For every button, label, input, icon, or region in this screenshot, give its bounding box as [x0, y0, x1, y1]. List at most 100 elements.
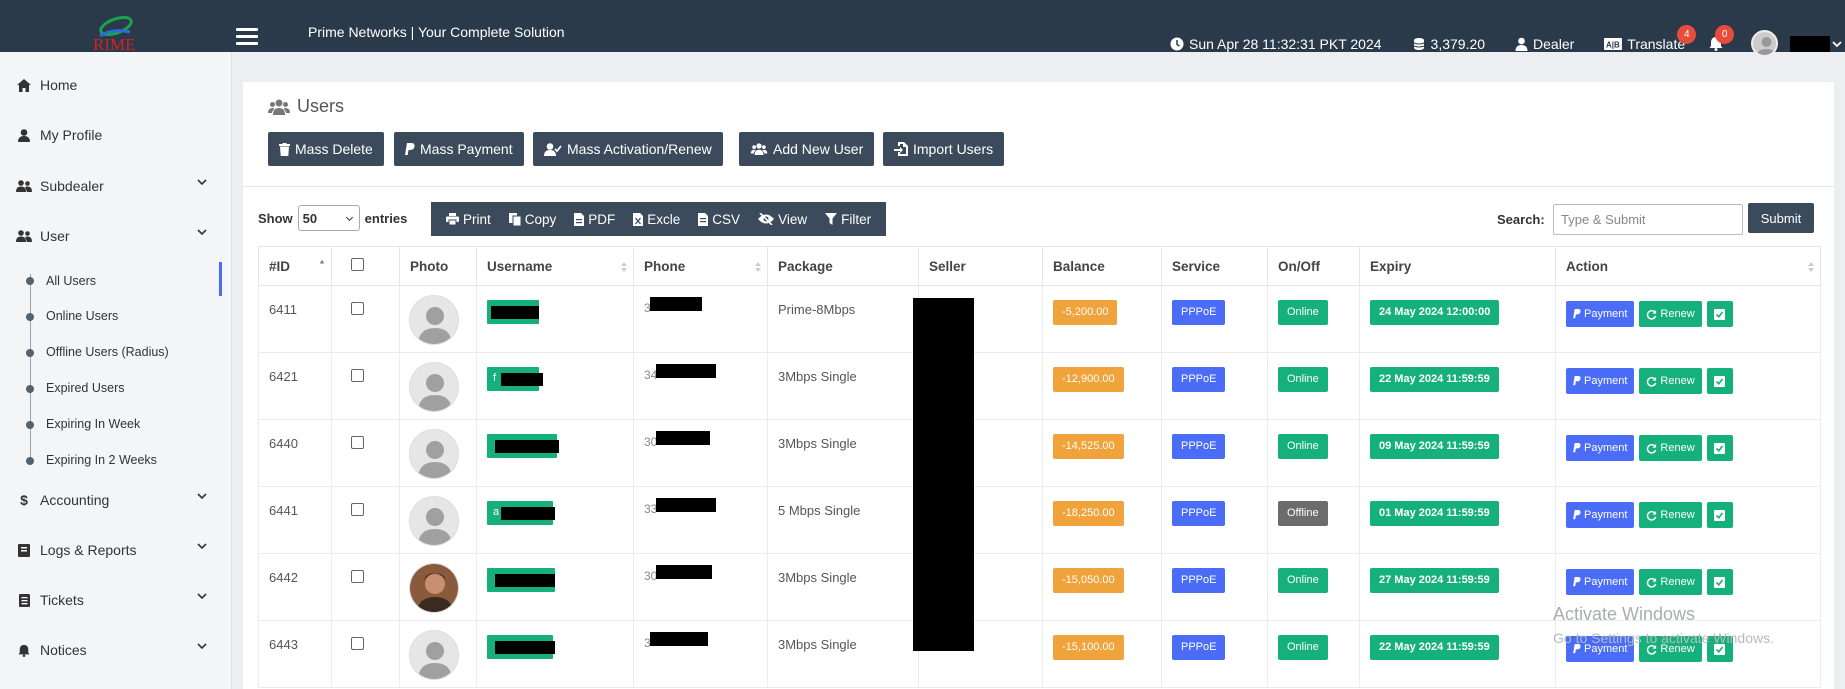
col-photo: Photo — [399, 246, 477, 286]
payment-button[interactable]: Payment — [1566, 502, 1635, 528]
bullet — [26, 385, 34, 393]
view-label: View — [778, 211, 808, 227]
filter-icon — [825, 213, 838, 225]
hamburger-menu-icon[interactable] — [236, 28, 258, 46]
chevron-down-icon[interactable] — [196, 640, 208, 652]
submenu-expired-users[interactable]: Expired Users — [46, 381, 125, 395]
copy-button[interactable]: Copy — [500, 212, 566, 227]
print-button[interactable]: Print — [437, 212, 500, 227]
check-square-button[interactable] — [1706, 569, 1733, 595]
row-checkbox[interactable] — [351, 570, 364, 583]
username-link[interactable]: f — [487, 367, 543, 391]
sidebar-item-user[interactable]: User — [16, 228, 70, 244]
check-square-button[interactable] — [1706, 502, 1733, 528]
submenu-online-users[interactable]: Online Users — [46, 309, 118, 323]
renew-button[interactable]: Renew — [1639, 368, 1702, 394]
chevron-down-icon[interactable] — [196, 176, 208, 188]
user-avatar[interactable] — [1751, 30, 1779, 57]
mass-activation-button[interactable]: Mass Activation/Renew — [533, 132, 723, 166]
cell-id: 6442 — [258, 553, 332, 621]
table-row[interactable]: 6421 f 34 3Mbps Single -12,900.00 PPPoE Online… — [258, 352, 1821, 420]
renew-button[interactable]: Renew — [1639, 502, 1702, 528]
check-square-button[interactable] — [1706, 301, 1733, 327]
sidebar-item-home[interactable]: Home — [16, 77, 77, 93]
import-users-button[interactable]: Import Users — [883, 132, 1005, 166]
payment-button[interactable]: Payment — [1566, 569, 1635, 595]
sidebar-item-notices[interactable]: Notices — [16, 642, 87, 658]
chevron-down-icon[interactable] — [196, 490, 208, 502]
cell-balance: -18,250.00 — [1042, 486, 1162, 554]
row-checkbox[interactable] — [351, 503, 364, 516]
excel-button[interactable]: Excle — [624, 212, 689, 227]
chevron-down-icon[interactable] — [196, 226, 208, 238]
add-new-user-button[interactable]: Add New User — [739, 132, 875, 166]
renew-label: Renew — [1660, 442, 1695, 454]
submenu-all-users[interactable]: All Users — [46, 274, 96, 288]
csv-button[interactable]: CSV — [689, 212, 749, 227]
username-link[interactable] — [487, 568, 555, 592]
row-checkbox[interactable] — [351, 302, 364, 315]
check-square-button[interactable] — [1706, 368, 1733, 394]
sidebar-item-subdealer[interactable]: Subdealer — [16, 178, 104, 194]
chevron-down-icon[interactable] — [1832, 40, 1842, 48]
mass-delete-button[interactable]: Mass Delete — [268, 132, 384, 166]
cell-phone: 3 — [633, 620, 768, 688]
sidebar-item-accounting[interactable]: $ Accounting — [16, 492, 109, 508]
balance-display[interactable]: 3,379.20 — [1412, 36, 1485, 52]
row-checkbox[interactable] — [351, 637, 364, 650]
table-row[interactable]: 6411 3 Prime-8Mbps -5,200.00 PPPoE Online 24 M… — [258, 285, 1821, 353]
bullet — [26, 421, 34, 429]
col-id[interactable]: #ID — [258, 246, 332, 286]
user-photo — [409, 295, 459, 345]
submenu-expiring-2-weeks[interactable]: Expiring In 2 Weeks — [46, 453, 157, 467]
cell-package: 3Mbps Single — [767, 553, 919, 621]
check-square-button[interactable] — [1706, 435, 1733, 461]
username-link[interactable]: a — [487, 501, 555, 525]
role-display[interactable]: Dealer — [1515, 36, 1574, 52]
chevron-down-icon[interactable] — [196, 590, 208, 602]
renew-button[interactable]: Renew — [1639, 301, 1702, 327]
chevron-down-icon[interactable] — [196, 540, 208, 552]
payment-button[interactable]: Payment — [1566, 301, 1635, 327]
col-phone[interactable]: Phone — [633, 246, 768, 286]
mass-delete-label: Mass Delete — [295, 141, 373, 157]
entries-select[interactable]: 50 — [297, 205, 360, 231]
col-username[interactable]: Username — [476, 246, 634, 286]
username-link[interactable] — [487, 635, 555, 659]
select-all-checkbox[interactable] — [351, 258, 364, 271]
row-checkbox[interactable] — [351, 369, 364, 382]
col-action[interactable]: Action — [1555, 246, 1821, 286]
notifications-button[interactable]: 0 — [1709, 25, 1735, 51]
username-link[interactable] — [487, 434, 559, 458]
prime-logo[interactable]: RIME — [90, 10, 154, 54]
payment-button[interactable]: Payment — [1566, 368, 1635, 394]
search-input[interactable] — [1553, 204, 1743, 235]
table-row[interactable]: 6440 30 3Mbps Single -14,525.00 PPPoE Online 0… — [258, 419, 1821, 487]
pdf-button[interactable]: PDF — [565, 212, 624, 227]
service-badge: PPPoE — [1172, 300, 1226, 325]
payment-button[interactable]: Payment — [1566, 435, 1635, 461]
filter-button[interactable]: Filter — [816, 212, 880, 227]
submit-button[interactable]: Submit — [1748, 203, 1814, 233]
sidebar-item-logs-reports[interactable]: Logs & Reports — [16, 542, 137, 558]
mass-payment-button[interactable]: Mass Payment — [394, 132, 524, 166]
sidebar-item-my-profile[interactable]: My Profile — [16, 127, 102, 143]
table-row[interactable]: 6441 a 33 5 Mbps Single -18,250.00 PPPoE Offli… — [258, 486, 1821, 554]
col-label: Package — [778, 258, 833, 274]
cell-photo — [399, 419, 477, 487]
submenu-offline-users[interactable]: Offline Users (Radius) — [46, 345, 169, 359]
dollar-icon: $ — [20, 492, 28, 508]
cell-expiry: 09 May 2024 11:59:59 — [1359, 419, 1556, 487]
translate-button[interactable]: A|B Translate 4 — [1604, 24, 1697, 52]
service-badge: PPPoE — [1172, 568, 1226, 593]
renew-button[interactable]: Renew — [1639, 435, 1702, 461]
status-badge: Offline — [1278, 501, 1328, 526]
redacted-username — [1790, 35, 1831, 52]
submenu-expiring-week[interactable]: Expiring In Week — [46, 417, 140, 431]
view-button[interactable]: View — [749, 212, 816, 227]
row-checkbox[interactable] — [351, 436, 364, 449]
sidebar-item-tickets[interactable]: Tickets — [16, 592, 84, 608]
status-badge: Online — [1278, 367, 1328, 392]
renew-button[interactable]: Renew — [1639, 569, 1702, 595]
username-link[interactable] — [487, 300, 539, 324]
